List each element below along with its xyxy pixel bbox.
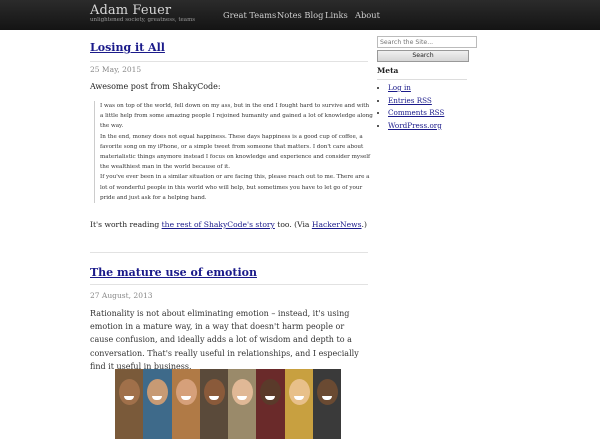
face-photo [228,369,257,439]
nav-about[interactable]: About [355,10,380,20]
outro-text: .) [361,220,367,229]
post-body: Rationality is not about eliminating emo… [90,309,359,371]
face-photo [115,369,144,439]
login-link[interactable]: Log in [388,83,411,92]
post-title[interactable]: The mature use of emotion [90,266,257,279]
post-intro: Awesome post from ShakyCode: [90,82,221,91]
nav-great-teams[interactable]: Great Teams [223,10,276,20]
face-photo [313,369,342,439]
list-item: Comments RSS [388,107,444,120]
faces-image [115,369,342,439]
face-photo [284,369,314,439]
header-bar: Adam Feuer unlightened society, greatnes… [0,0,600,30]
quote-paragraph: If you've ever been in a similar situati… [100,174,370,201]
face-photo [256,369,285,439]
nav-links[interactable]: Links [325,10,348,20]
divider [90,61,368,62]
meta-heading: Meta [377,66,399,75]
hackernews-link[interactable]: HackerNews [312,220,362,229]
search-button[interactable]: Search [377,50,469,62]
list-item: WordPress.org [388,120,444,133]
post-date: 25 May, 2015 [90,65,142,74]
face-photo [171,369,200,439]
search-input[interactable] [377,36,477,48]
meta-list: Log in Entries RSS Comments RSS WordPres… [377,82,444,132]
site-brand[interactable]: Adam Feuer unlightened society, greatnes… [90,3,195,23]
site-name[interactable]: Adam Feuer [90,3,195,18]
wordpress-link[interactable]: WordPress.org [388,121,442,130]
divider [377,79,467,80]
list-item: Entries RSS [388,95,444,108]
divider [90,284,368,285]
comments-rss-link[interactable]: Comments RSS [388,108,444,117]
outro-text: too. (Via [274,220,312,229]
face-photo [199,369,229,439]
outro-text: It's worth reading [90,220,162,229]
site-tagline: unlightened society, greatness, teams [90,17,196,23]
story-link[interactable]: the rest of ShakyCode's story [162,220,275,229]
nav-notes-blog[interactable]: Notes Blog [277,10,323,20]
quote-paragraph: In the end, money does not equal happine… [100,133,371,171]
divider [90,252,368,253]
post-date: 27 August, 2013 [90,291,153,300]
post-outro: It's worth reading the rest of ShakyCode… [90,219,368,231]
blockquote: I was on top of the world, fell down on … [94,101,374,204]
face-photo [143,369,172,439]
list-item: Log in [388,82,444,95]
entries-rss-link[interactable]: Entries RSS [388,96,432,105]
post-title[interactable]: Losing it All [90,41,165,54]
quote-paragraph: I was on top of the world, fell down on … [100,103,373,130]
